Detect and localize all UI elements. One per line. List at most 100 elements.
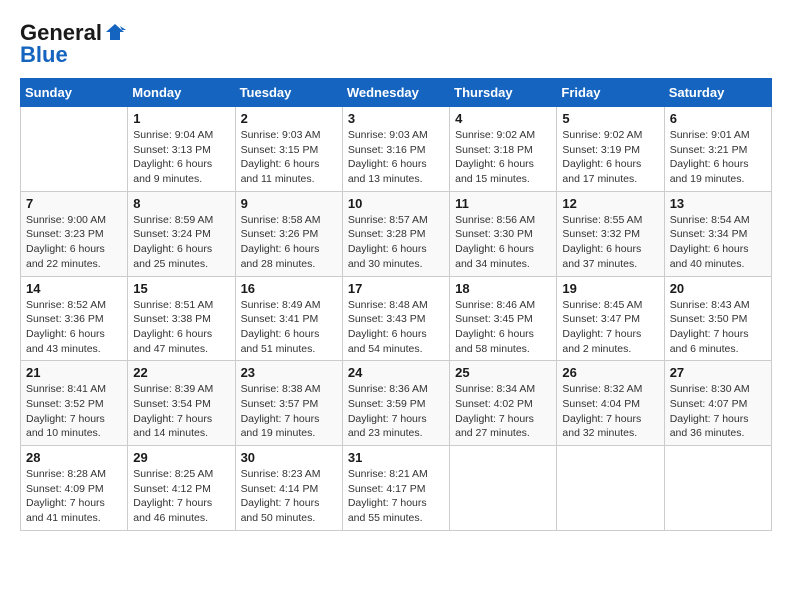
calendar-cell: 18 Sunrise: 8:46 AMSunset: 3:45 PMDayligh… <box>450 276 557 361</box>
day-info: Sunrise: 9:00 AMSunset: 3:23 PMDaylight:… <box>26 213 122 272</box>
day-number: 24 <box>348 365 444 380</box>
day-number: 2 <box>241 111 337 126</box>
calendar-cell: 28 Sunrise: 8:28 AMSunset: 4:09 PMDayligh… <box>21 446 128 531</box>
weekday-header-saturday: Saturday <box>664 79 771 107</box>
day-info: Sunrise: 8:41 AMSunset: 3:52 PMDaylight:… <box>26 382 122 441</box>
calendar-cell: 19 Sunrise: 8:45 AMSunset: 3:47 PMDayligh… <box>557 276 664 361</box>
calendar-cell: 12 Sunrise: 8:55 AMSunset: 3:32 PMDayligh… <box>557 191 664 276</box>
calendar-cell: 11 Sunrise: 8:56 AMSunset: 3:30 PMDayligh… <box>450 191 557 276</box>
day-info: Sunrise: 8:52 AMSunset: 3:36 PMDaylight:… <box>26 298 122 357</box>
day-info: Sunrise: 8:23 AMSunset: 4:14 PMDaylight:… <box>241 467 337 526</box>
calendar-cell: 10 Sunrise: 8:57 AMSunset: 3:28 PMDayligh… <box>342 191 449 276</box>
day-info: Sunrise: 8:43 AMSunset: 3:50 PMDaylight:… <box>670 298 766 357</box>
day-info: Sunrise: 9:02 AMSunset: 3:18 PMDaylight:… <box>455 128 551 187</box>
day-number: 17 <box>348 281 444 296</box>
calendar-cell: 22 Sunrise: 8:39 AMSunset: 3:54 PMDayligh… <box>128 361 235 446</box>
week-row-3: 14 Sunrise: 8:52 AMSunset: 3:36 PMDayligh… <box>21 276 772 361</box>
day-number: 25 <box>455 365 551 380</box>
day-info: Sunrise: 8:32 AMSunset: 4:04 PMDaylight:… <box>562 382 658 441</box>
day-number: 11 <box>455 196 551 211</box>
day-info: Sunrise: 8:55 AMSunset: 3:32 PMDaylight:… <box>562 213 658 272</box>
day-info: Sunrise: 9:01 AMSunset: 3:21 PMDaylight:… <box>670 128 766 187</box>
day-number: 26 <box>562 365 658 380</box>
day-info: Sunrise: 8:30 AMSunset: 4:07 PMDaylight:… <box>670 382 766 441</box>
calendar-cell: 24 Sunrise: 8:36 AMSunset: 3:59 PMDayligh… <box>342 361 449 446</box>
weekday-header-wednesday: Wednesday <box>342 79 449 107</box>
calendar-cell: 9 Sunrise: 8:58 AMSunset: 3:26 PMDaylight… <box>235 191 342 276</box>
day-number: 28 <box>26 450 122 465</box>
weekday-header-row: SundayMondayTuesdayWednesdayThursdayFrid… <box>21 79 772 107</box>
calendar-cell: 23Sunrise: 8:38 AMSunset: 3:57 PMDayligh… <box>235 361 342 446</box>
calendar-cell: 15Sunrise: 8:51 AMSunset: 3:38 PMDayligh… <box>128 276 235 361</box>
calendar-cell: 4 Sunrise: 9:02 AMSunset: 3:18 PMDaylight… <box>450 107 557 192</box>
day-number: 20 <box>670 281 766 296</box>
day-number: 6 <box>670 111 766 126</box>
day-number: 14 <box>26 281 122 296</box>
day-info: Sunrise: 8:46 AMSunset: 3:45 PMDaylight:… <box>455 298 551 357</box>
day-info: Sunrise: 8:39 AMSunset: 3:54 PMDaylight:… <box>133 382 229 441</box>
day-number: 19 <box>562 281 658 296</box>
day-info: Sunrise: 8:45 AMSunset: 3:47 PMDaylight:… <box>562 298 658 357</box>
calendar-cell <box>664 446 771 531</box>
calendar-cell: 7 Sunrise: 9:00 AMSunset: 3:23 PMDaylight… <box>21 191 128 276</box>
day-number: 31 <box>348 450 444 465</box>
calendar-cell: 26 Sunrise: 8:32 AMSunset: 4:04 PMDayligh… <box>557 361 664 446</box>
page-header: General Blue <box>20 20 772 68</box>
day-number: 30 <box>241 450 337 465</box>
day-info: Sunrise: 8:56 AMSunset: 3:30 PMDaylight:… <box>455 213 551 272</box>
day-info: Sunrise: 8:59 AMSunset: 3:24 PMDaylight:… <box>133 213 229 272</box>
weekday-header-monday: Monday <box>128 79 235 107</box>
day-number: 13 <box>670 196 766 211</box>
calendar-cell <box>557 446 664 531</box>
calendar-cell: 13 Sunrise: 8:54 AMSunset: 3:34 PMDayligh… <box>664 191 771 276</box>
week-row-2: 7 Sunrise: 9:00 AMSunset: 3:23 PMDaylight… <box>21 191 772 276</box>
day-info: Sunrise: 9:04 AMSunset: 3:13 PMDaylight:… <box>133 128 229 187</box>
weekday-header-sunday: Sunday <box>21 79 128 107</box>
calendar-cell: 30 Sunrise: 8:23 AMSunset: 4:14 PMDayligh… <box>235 446 342 531</box>
day-number: 9 <box>241 196 337 211</box>
week-row-5: 28 Sunrise: 8:28 AMSunset: 4:09 PMDayligh… <box>21 446 772 531</box>
calendar-cell: 8 Sunrise: 8:59 AMSunset: 3:24 PMDaylight… <box>128 191 235 276</box>
calendar-cell: 14 Sunrise: 8:52 AMSunset: 3:36 PMDayligh… <box>21 276 128 361</box>
calendar-table: SundayMondayTuesdayWednesdayThursdayFrid… <box>20 78 772 531</box>
calendar-cell: 21Sunrise: 8:41 AMSunset: 3:52 PMDayligh… <box>21 361 128 446</box>
day-number: 3 <box>348 111 444 126</box>
day-info: Sunrise: 8:28 AMSunset: 4:09 PMDaylight:… <box>26 467 122 526</box>
calendar-cell: 27 Sunrise: 8:30 AMSunset: 4:07 PMDayligh… <box>664 361 771 446</box>
day-info: Sunrise: 9:03 AMSunset: 3:15 PMDaylight:… <box>241 128 337 187</box>
day-info: Sunrise: 8:38 AMSunset: 3:57 PMDaylight:… <box>241 382 337 441</box>
day-number: 22 <box>133 365 229 380</box>
calendar-cell: 5Sunrise: 9:02 AMSunset: 3:19 PMDaylight… <box>557 107 664 192</box>
day-number: 5 <box>562 111 658 126</box>
day-info: Sunrise: 8:54 AMSunset: 3:34 PMDaylight:… <box>670 213 766 272</box>
logo-bird-icon <box>104 22 126 44</box>
calendar-cell: 6 Sunrise: 9:01 AMSunset: 3:21 PMDaylight… <box>664 107 771 192</box>
calendar-cell: 1Sunrise: 9:04 AMSunset: 3:13 PMDaylight… <box>128 107 235 192</box>
calendar-cell: 2 Sunrise: 9:03 AMSunset: 3:15 PMDaylight… <box>235 107 342 192</box>
day-info: Sunrise: 8:36 AMSunset: 3:59 PMDaylight:… <box>348 382 444 441</box>
day-info: Sunrise: 8:51 AMSunset: 3:38 PMDaylight:… <box>133 298 229 357</box>
day-number: 8 <box>133 196 229 211</box>
day-info: Sunrise: 9:03 AMSunset: 3:16 PMDaylight:… <box>348 128 444 187</box>
day-info: Sunrise: 8:49 AMSunset: 3:41 PMDaylight:… <box>241 298 337 357</box>
logo: General Blue <box>20 20 126 68</box>
day-number: 16 <box>241 281 337 296</box>
day-number: 7 <box>26 196 122 211</box>
calendar-cell: 25Sunrise: 8:34 AMSunset: 4:02 PMDayligh… <box>450 361 557 446</box>
day-info: Sunrise: 8:21 AMSunset: 4:17 PMDaylight:… <box>348 467 444 526</box>
day-info: Sunrise: 8:48 AMSunset: 3:43 PMDaylight:… <box>348 298 444 357</box>
calendar-cell: 16 Sunrise: 8:49 AMSunset: 3:41 PMDayligh… <box>235 276 342 361</box>
day-number: 18 <box>455 281 551 296</box>
weekday-header-thursday: Thursday <box>450 79 557 107</box>
day-info: Sunrise: 8:58 AMSunset: 3:26 PMDaylight:… <box>241 213 337 272</box>
day-info: Sunrise: 8:57 AMSunset: 3:28 PMDaylight:… <box>348 213 444 272</box>
day-number: 12 <box>562 196 658 211</box>
calendar-cell: 17 Sunrise: 8:48 AMSunset: 3:43 PMDayligh… <box>342 276 449 361</box>
day-number: 4 <box>455 111 551 126</box>
logo-blue-text: Blue <box>20 42 68 68</box>
calendar-cell: 20 Sunrise: 8:43 AMSunset: 3:50 PMDayligh… <box>664 276 771 361</box>
day-number: 10 <box>348 196 444 211</box>
day-number: 27 <box>670 365 766 380</box>
week-row-1: 1Sunrise: 9:04 AMSunset: 3:13 PMDaylight… <box>21 107 772 192</box>
calendar-cell <box>21 107 128 192</box>
